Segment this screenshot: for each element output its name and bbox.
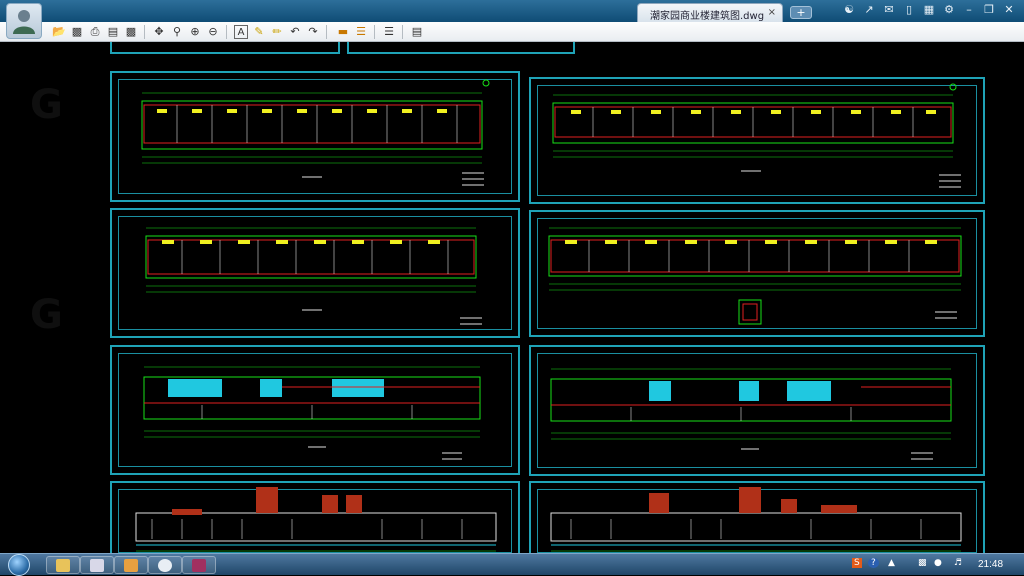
start-button[interactable] (8, 554, 30, 576)
floor-plan-sheet-2[interactable] (529, 77, 985, 204)
taskbar: S ? ▲ ▩ ● ♬ 21:48 (0, 553, 1024, 576)
drawing-sheet[interactable] (347, 42, 575, 54)
title-bar: 潮家园商业楼建筑图.dwg × + ☯ ↗ ✉ ▯ ▦ ⚙ – ❐ ✕ (0, 0, 1024, 22)
marker-icon[interactable]: ✏ (270, 25, 284, 39)
close-icon[interactable]: ✕ (1002, 3, 1016, 17)
taskbar-app-cad-viewer[interactable] (148, 556, 182, 574)
drawing-canvas[interactable]: G G (0, 42, 1024, 553)
facade-drawing (135, 487, 497, 552)
watermark-logo: G (30, 82, 63, 128)
redo-icon[interactable]: ↷ (306, 25, 320, 39)
facade-drawing (550, 487, 962, 552)
lock-icon[interactable]: ▩ (124, 25, 138, 39)
chat-icon[interactable]: ✉ (882, 3, 896, 17)
text-tool-icon[interactable]: A (234, 25, 248, 39)
zoom-out-icon[interactable]: ⊖ (206, 25, 220, 39)
facade-sheet-2[interactable] (529, 481, 985, 553)
tray-icon[interactable]: ▲ (888, 558, 895, 568)
minimize-icon[interactable]: – (962, 3, 976, 17)
document-tab-label: 潮家园商业楼建筑图.dwg (650, 11, 765, 22)
print-icon[interactable]: ⎙ (88, 25, 102, 39)
floor-plan-drawing (141, 79, 490, 186)
undo-icon[interactable]: ↶ (288, 25, 302, 39)
pan-icon[interactable]: ✥ (152, 25, 166, 39)
floor-plan-sheet-4[interactable] (529, 210, 985, 337)
settings-icon[interactable]: ⚙ (942, 3, 956, 17)
elevation-sheet-1[interactable] (110, 345, 520, 475)
elevation-drawing (550, 368, 952, 460)
user-icon (13, 10, 35, 34)
new-tab-button[interactable]: + (790, 6, 812, 19)
share-icon[interactable]: ↗ (862, 3, 876, 17)
elevation-sheet-2[interactable] (529, 345, 985, 476)
zoom-in-icon[interactable]: ⊕ (188, 25, 202, 39)
cad-icon (158, 559, 172, 572)
tray-ime[interactable]: S (852, 558, 862, 568)
tray-app-icon[interactable]: ● (934, 558, 942, 568)
paint-icon (90, 559, 104, 572)
toolbar-divider (374, 25, 375, 39)
elevation-drawing (143, 366, 481, 460)
system-clock[interactable]: 21:48 (978, 559, 1003, 570)
image-icon (124, 559, 138, 572)
taskbar-app-explorer[interactable] (46, 556, 80, 574)
tray-help[interactable]: ? (868, 558, 879, 568)
toolbar-divider (144, 25, 145, 39)
floor-plan-drawing (552, 83, 961, 188)
watermark-logo: G (30, 292, 63, 338)
restore-icon[interactable]: ❐ (982, 3, 996, 17)
phone-icon[interactable]: ▯ (902, 3, 916, 17)
floor-plan-drawing (548, 227, 962, 325)
media-icon (192, 559, 206, 572)
zoom-window-icon[interactable]: ⚲ (170, 25, 184, 39)
folder-icon (56, 559, 70, 572)
users-icon[interactable]: ☯ (842, 3, 856, 17)
expand-icon[interactable]: ▦ (922, 3, 936, 17)
window-controls: ☯ ↗ ✉ ▯ ▦ ⚙ – ❐ ✕ (842, 3, 1016, 17)
measure-icon[interactable]: ▬ (336, 25, 350, 39)
toolbar-divider (326, 25, 327, 39)
open-folder-icon[interactable]: 📂 (52, 25, 66, 39)
pdf-icon[interactable]: ▤ (106, 25, 120, 39)
drawing-sheet[interactable] (110, 42, 340, 54)
floor-plan-sheet-1[interactable] (110, 71, 520, 202)
toolbar: 📂 ▩ ⎙ ▤ ▩ ✥ ⚲ ⊕ ⊖ A ✎ ✏ ↶ ↷ ▬ ☰ ☰ ▤ (0, 22, 1024, 42)
toolbar-divider (226, 25, 227, 39)
layers-icon[interactable]: ☰ (382, 25, 396, 39)
volume-icon[interactable]: ♬ (954, 558, 962, 568)
avatar[interactable] (6, 3, 42, 39)
facade-sheet-1[interactable] (110, 481, 520, 553)
network-icon[interactable]: ▩ (918, 558, 927, 568)
layers-highlight-icon[interactable]: ☰ (354, 25, 368, 39)
properties-icon[interactable]: ▤ (410, 25, 424, 39)
tab-close-icon[interactable]: × (768, 7, 776, 18)
pen-icon[interactable]: ✎ (252, 25, 266, 39)
document-tab[interactable]: 潮家园商业楼建筑图.dwg × (637, 3, 783, 22)
taskbar-app-media[interactable] (182, 556, 216, 574)
floor-plan-drawing (145, 227, 482, 325)
taskbar-app-image-viewer[interactable] (114, 556, 148, 574)
save-icon[interactable]: ▩ (70, 25, 84, 39)
floor-plan-sheet-3[interactable] (110, 208, 520, 338)
toolbar-divider (402, 25, 403, 39)
taskbar-app-paint[interactable] (80, 556, 114, 574)
